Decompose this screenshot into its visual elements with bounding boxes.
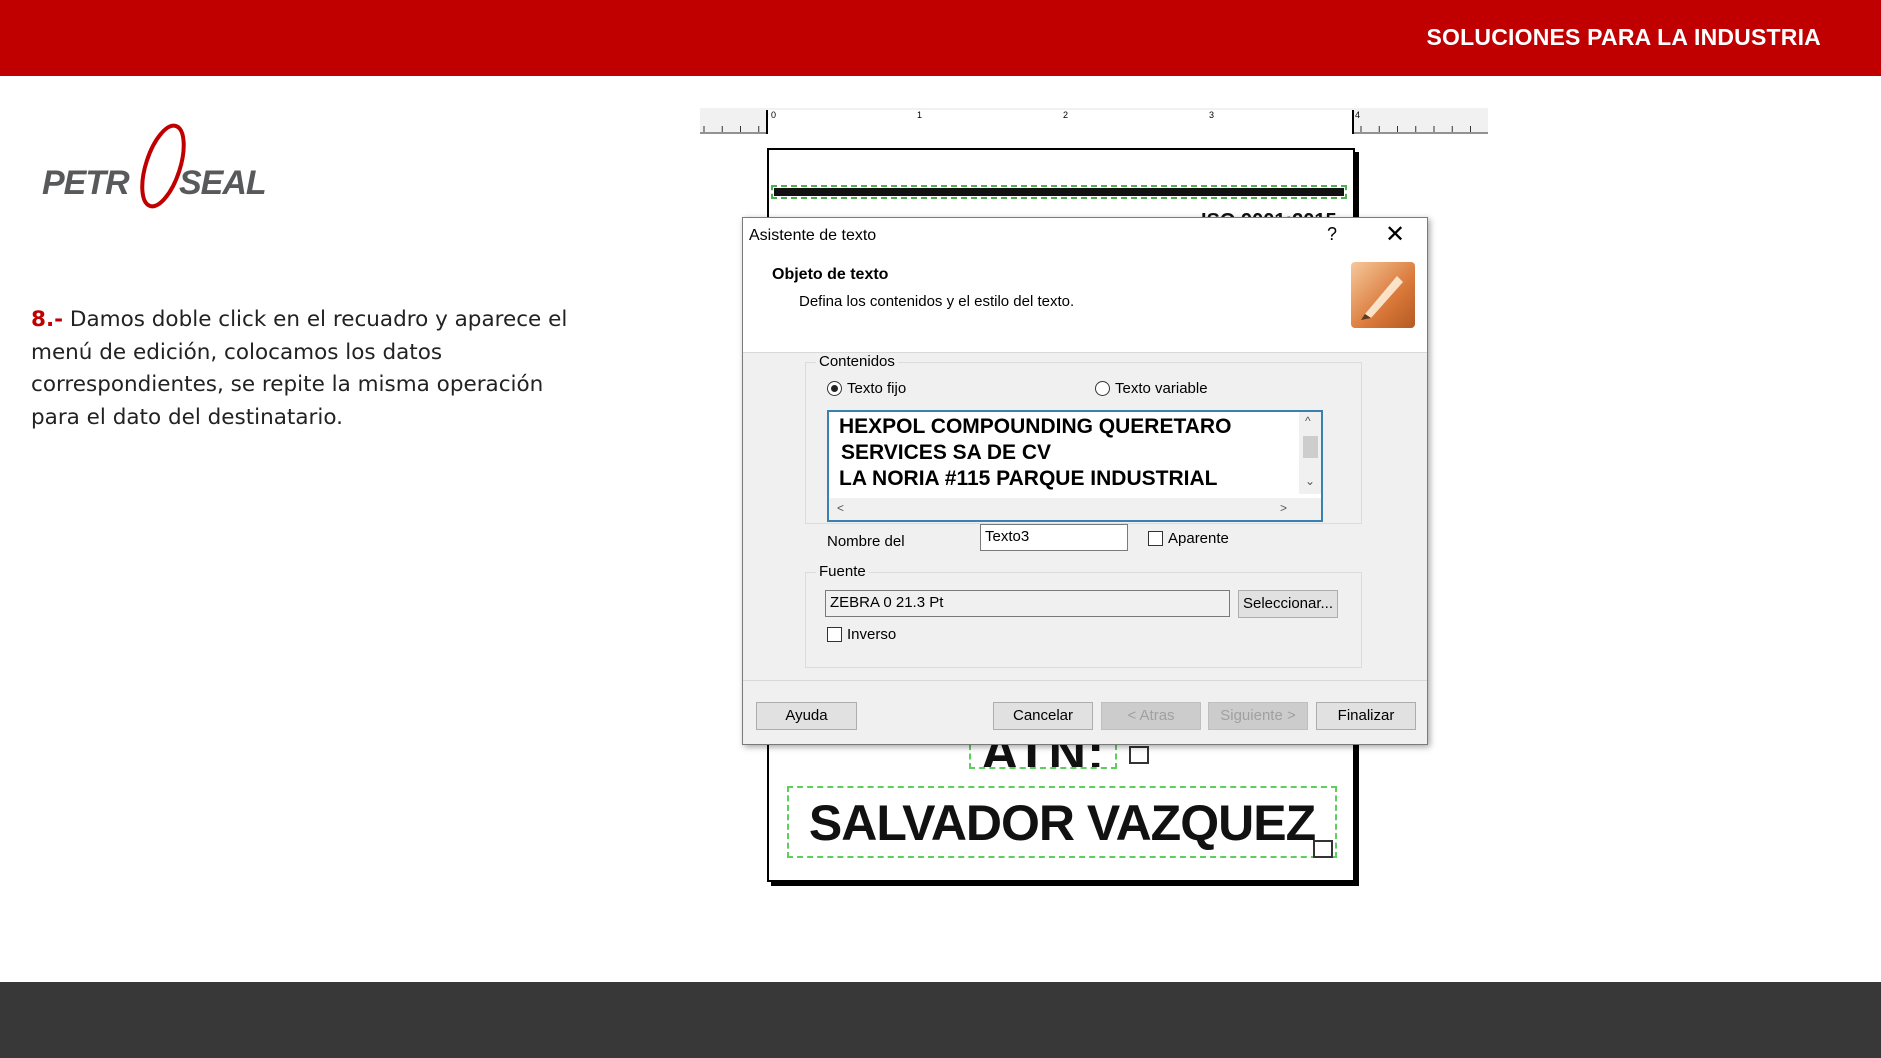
select-font-button[interactable]: Seleccionar... bbox=[1238, 590, 1338, 618]
finish-button[interactable]: Finalizar bbox=[1316, 702, 1416, 730]
dialog-titlebar: Asistente de texto ? ✕ bbox=[743, 218, 1427, 252]
font-group: Fuente bbox=[805, 563, 1362, 668]
radio-texto-variable-label: Texto variable bbox=[1115, 380, 1208, 397]
aparente-checkbox[interactable]: Aparente bbox=[1148, 530, 1229, 547]
dialog-footer-separator bbox=[743, 680, 1427, 681]
banner-title: SOLUCIONES PARA LA INDUSTRIA bbox=[1426, 24, 1821, 50]
text-line-1: HEXPOL COMPOUNDING QUERETARO bbox=[839, 415, 1232, 438]
pen-icon bbox=[1361, 276, 1403, 320]
inverso-label: Inverso bbox=[847, 626, 897, 643]
next-button[interactable]: Siguiente > bbox=[1208, 702, 1308, 730]
radio-texto-variable[interactable]: Texto variable bbox=[1095, 380, 1208, 397]
horizontal-scrollbar[interactable]: < > bbox=[829, 498, 1321, 520]
label-addressee-text[interactable]: SALVADOR VAZQUEZ bbox=[787, 786, 1337, 858]
wizard-pen-icon bbox=[1351, 262, 1415, 328]
dialog-header: Objeto de texto Defina los contenidos y … bbox=[743, 252, 1427, 353]
radio-unselected-icon bbox=[1095, 381, 1110, 396]
font-field: ZEBRA 0 21.3 Pt bbox=[825, 590, 1230, 617]
ruler-active-area bbox=[766, 110, 1354, 134]
label-top-bar[interactable] bbox=[771, 185, 1347, 199]
ruler-mark-3: 3 bbox=[1209, 110, 1215, 120]
atn-object-icon bbox=[1129, 746, 1149, 764]
radio-texto-fijo-label: Texto fijo bbox=[847, 380, 907, 397]
ruler: 0 1 2 3 4 bbox=[700, 108, 1488, 134]
bottom-banner bbox=[0, 982, 1881, 1058]
text-line-3: LA NORIA #115 PARQUE INDUSTRIAL bbox=[839, 467, 1218, 490]
cancel-button[interactable]: Cancelar bbox=[993, 702, 1093, 730]
scroll-down-icon[interactable]: ⌄ bbox=[1305, 474, 1315, 488]
radio-selected-icon bbox=[827, 381, 842, 396]
dialog-heading: Objeto de texto bbox=[772, 266, 889, 283]
inverso-checkbox[interactable]: Inverso bbox=[827, 626, 896, 643]
top-banner: SOLUCIONES PARA LA INDUSTRIA bbox=[0, 0, 1881, 76]
inverso-check-icon bbox=[827, 627, 842, 642]
petroseal-logo: PETR SEAL bbox=[40, 108, 290, 218]
name-label: Nombre del bbox=[827, 533, 905, 550]
dialog-subheading: Defina los contenidos y el estilo del te… bbox=[799, 293, 1075, 310]
dialog-title: Asistente de texto bbox=[749, 227, 877, 244]
text-line-2: SERVICES SA DE CV bbox=[841, 441, 1052, 464]
ruler-mark-2: 2 bbox=[1063, 110, 1069, 120]
scroll-left-icon[interactable]: < bbox=[837, 501, 844, 515]
radio-texto-fijo[interactable]: Texto fijo bbox=[827, 380, 906, 397]
step-number: 8.- bbox=[31, 307, 64, 332]
logo-text-right: SEAL bbox=[179, 164, 267, 202]
close-icon[interactable]: ✕ bbox=[1385, 220, 1405, 249]
help-button[interactable]: Ayuda bbox=[756, 702, 857, 730]
vertical-scrollbar[interactable]: ^ ⌄ bbox=[1299, 412, 1321, 494]
aparente-label: Aparente bbox=[1168, 530, 1229, 547]
font-group-label: Fuente bbox=[816, 563, 869, 580]
addressee-object-icon bbox=[1313, 840, 1333, 858]
aparente-check-icon bbox=[1148, 531, 1163, 546]
instruction-text: 8.- Damos doble click en el recuadro y a… bbox=[31, 304, 571, 434]
step-description: Damos doble click en el recuadro y apare… bbox=[31, 307, 568, 430]
ruler-mark-1: 1 bbox=[917, 110, 923, 120]
contents-group-label: Contenidos bbox=[816, 353, 898, 370]
ruler-mark-4: 4 bbox=[1355, 110, 1361, 120]
object-name-field[interactable]: Texto3 bbox=[980, 524, 1128, 551]
text-content-editor[interactable]: HEXPOL COMPOUNDING QUERETARO SERVICES SA… bbox=[827, 410, 1323, 522]
back-button[interactable]: < Atras bbox=[1101, 702, 1201, 730]
scroll-up-icon[interactable]: ^ bbox=[1305, 414, 1311, 428]
scroll-thumb[interactable] bbox=[1303, 436, 1318, 458]
help-icon[interactable]: ? bbox=[1327, 224, 1337, 245]
text-wizard-dialog: Asistente de texto ? ✕ Objeto de texto D… bbox=[742, 217, 1428, 745]
ruler-mark-0: 0 bbox=[771, 110, 777, 120]
logo-text-left: PETR bbox=[42, 164, 130, 202]
scroll-right-icon[interactable]: > bbox=[1280, 501, 1287, 515]
